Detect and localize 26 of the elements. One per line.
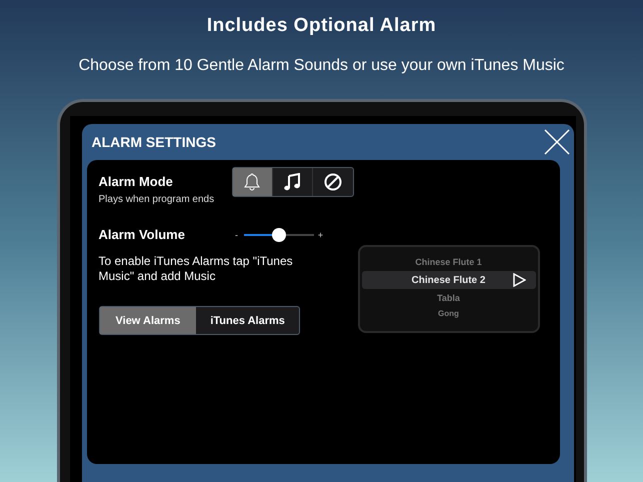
picker-selection[interactable]: Chinese Flute 2 — [362, 271, 536, 289]
info-text: To enable iTunes Alarms tap "iTunes Music" and add Music — [98, 254, 294, 284]
setting-hint: Plays when program ends — [98, 194, 216, 205]
setting-label: Alarm Mode — [98, 174, 174, 189]
view-segment[interactable]: iTunes Alarms — [196, 307, 299, 334]
sound-name: Tabla — [437, 293, 460, 303]
plus-label: + — [316, 230, 324, 240]
mode-segment[interactable] — [232, 168, 272, 196]
close-icon[interactable] — [542, 128, 570, 156]
music-note-icon — [284, 173, 300, 191]
minus-label: - — [234, 230, 239, 240]
picker-row[interactable]: Chinese Flute 1 — [362, 253, 536, 271]
view-segment[interactable]: View Alarms — [100, 307, 196, 334]
sound-name: Chinese Flute 1 — [415, 257, 482, 267]
headline: Includes Optional Alarm — [206, 15, 436, 37]
sound-name: Chinese Flute 2 — [412, 274, 486, 286]
dialog-title: ALARM SETTINGS — [90, 134, 216, 150]
slider-thumb[interactable] — [272, 228, 286, 242]
prohibited-icon — [324, 173, 342, 191]
picker-row[interactable]: Tabla — [362, 289, 536, 307]
sound-name: Gong — [438, 308, 459, 318]
play-icon[interactable] — [512, 273, 526, 287]
picker-row[interactable]: Gong — [362, 307, 536, 319]
bell-icon — [244, 173, 260, 191]
setting-label: Alarm Volume — [98, 227, 186, 242]
subtitle: Choose from 10 Gentle Alarm Sounds or use your own iTunes Music — [78, 57, 564, 75]
